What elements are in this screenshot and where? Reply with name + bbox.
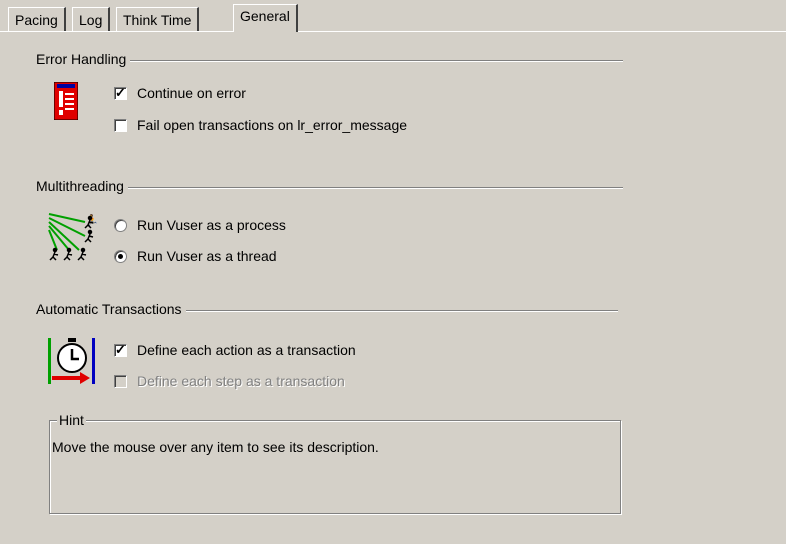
tab-general[interactable]: General [233,4,298,32]
define-action-checkbox[interactable]: ✓ [114,342,127,357]
tab-think-time[interactable]: Think Time [116,7,200,31]
tab-pacing[interactable]: Pacing [8,7,66,31]
checkmark-icon: ✓ [115,342,126,357]
run-as-thread-radio[interactable] [114,250,127,263]
tab-log-label: Log [79,12,103,28]
hint-box [49,420,621,514]
tab-baseline [0,31,786,32]
fail-open-transactions-checkbox[interactable] [114,119,127,132]
tab-pacing-label: Pacing [15,12,58,28]
define-step-label[interactable]: Define each step as a transaction [137,373,345,389]
vuser-threads-icon: 🏃 [47,212,99,262]
run-as-thread-label[interactable]: Run Vuser as a thread [137,248,277,264]
run-as-process-label[interactable]: Run Vuser as a process [137,217,286,233]
continue-on-error-checkbox[interactable]: ✓ [114,85,127,100]
svg-text:🏃: 🏃 [85,214,97,227]
multithreading-title: Multithreading [36,178,128,194]
tab-log[interactable]: Log [72,7,111,31]
run-as-process-radio[interactable] [114,219,127,232]
automatic-transactions-title: Automatic Transactions [36,301,186,317]
define-step-checkbox[interactable] [114,375,127,388]
fail-open-transactions-label[interactable]: Fail open transactions on lr_error_messa… [137,117,407,133]
tab-think-time-label: Think Time [123,12,192,28]
checkmark-icon: ✓ [115,85,126,100]
hint-title: Hint [57,412,86,428]
define-action-label[interactable]: Define each action as a transaction [137,342,356,358]
stopwatch-transaction-icon [48,336,96,386]
error-report-icon [53,81,79,121]
error-handling-title: Error Handling [36,51,131,67]
hint-text: Move the mouse over any item to see its … [52,439,379,455]
tab-general-label: General [240,8,290,24]
radio-dot-icon [118,254,123,259]
continue-on-error-label[interactable]: Continue on error [137,85,246,101]
